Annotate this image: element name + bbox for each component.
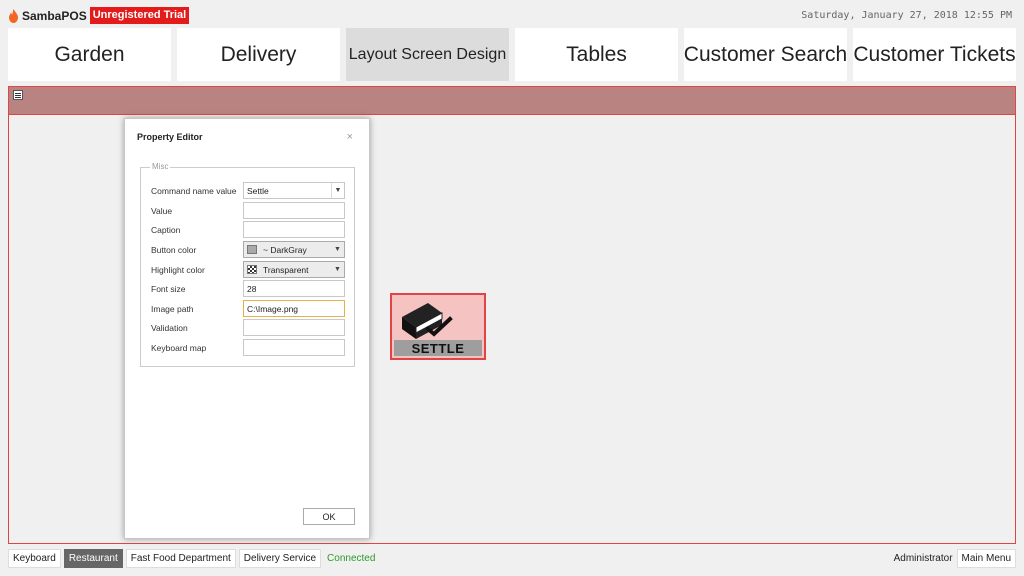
misc-group: Misc Command name value Settle ▼ Value C… <box>140 162 355 367</box>
prop-row-button-color: Button color ~ DarkGray ▼ <box>151 241 351 258</box>
command-name-dropdown[interactable]: Settle ▼ <box>243 182 345 199</box>
settle-widget[interactable]: SETTLE <box>390 293 486 360</box>
color-value: ~ DarkGray <box>263 244 307 255</box>
tab-garden[interactable]: Garden <box>8 28 171 81</box>
prop-label: Value <box>151 205 173 216</box>
app-logo: SambaPOS Unregistered Trial <box>8 7 190 24</box>
datetime: Saturday, January 27, 2018 12:55 PM <box>801 10 1012 21</box>
top-bar: SambaPOS Unregistered Trial Saturday, Ja… <box>0 0 1024 28</box>
caption-input[interactable] <box>243 221 345 238</box>
book-check-icon <box>402 303 453 339</box>
image-path-input[interactable]: C:\Image.png <box>243 300 345 317</box>
prop-label: Button color <box>151 244 197 255</box>
delivery-service-button[interactable]: Delivery Service <box>238 549 322 568</box>
chevron-down-icon[interactable]: ▼ <box>331 242 344 257</box>
prop-label: Font size <box>151 283 186 294</box>
prop-row-image-path: Image path C:\Image.png <box>151 300 351 317</box>
keyboard-map-input[interactable] <box>243 339 345 356</box>
status-left: Keyboard Restaurant Fast Food Department… <box>8 549 375 568</box>
tab-customer-search[interactable]: Customer Search <box>684 28 847 81</box>
restaurant-button[interactable]: Restaurant <box>63 549 123 568</box>
prop-row-keyboard-map: Keyboard map <box>151 339 351 356</box>
prop-row-highlight-color: Highlight color Transparent ▼ <box>151 261 351 278</box>
status-right: Administrator Main Menu <box>894 549 1016 568</box>
trial-badge: Unregistered Trial <box>89 7 190 24</box>
color-swatch <box>247 245 257 254</box>
highlight-color-picker[interactable]: Transparent ▼ <box>243 261 345 278</box>
group-label: Misc <box>150 162 171 171</box>
tab-tables[interactable]: Tables <box>515 28 678 81</box>
prop-label: Image path <box>151 303 194 314</box>
connection-status: Connected <box>327 553 376 564</box>
font-size-input[interactable]: 28 <box>243 280 345 297</box>
prop-row-font-size: Font size 28 <box>151 280 351 297</box>
prop-row-command-name: Command name value Settle ▼ <box>151 182 351 199</box>
tab-customer-tickets[interactable]: Customer Tickets <box>853 28 1016 81</box>
dropdown-value: Settle <box>247 185 269 196</box>
close-icon[interactable]: × <box>347 131 353 143</box>
prop-label: Highlight color <box>151 264 205 275</box>
prop-row-caption: Caption <box>151 221 351 238</box>
value-input[interactable] <box>243 202 345 219</box>
dialog-title: Property Editor <box>137 132 203 142</box>
prop-label: Keyboard map <box>151 342 207 353</box>
hamburger-menu-icon[interactable] <box>13 90 23 100</box>
transparent-swatch-icon <box>247 265 257 274</box>
prop-label: Validation <box>151 322 188 333</box>
button-color-picker[interactable]: ~ DarkGray ▼ <box>243 241 345 258</box>
validation-input[interactable] <box>243 319 345 336</box>
chevron-down-icon[interactable]: ▼ <box>331 183 344 198</box>
app-name: SambaPOS <box>22 8 87 23</box>
prop-row-value: Value <box>151 202 351 219</box>
prop-label: Command name value <box>151 185 237 196</box>
property-editor-dialog: Property Editor × Misc Command name valu… <box>124 118 370 539</box>
user-name: Administrator <box>893 553 953 564</box>
fast-food-department-button[interactable]: Fast Food Department <box>125 549 236 568</box>
design-toolbar <box>8 86 1016 115</box>
keyboard-button[interactable]: Keyboard <box>8 549 61 568</box>
settle-label: SETTLE <box>394 340 482 356</box>
status-bar: Keyboard Restaurant Fast Food Department… <box>0 548 1024 570</box>
prop-row-validation: Validation <box>151 319 351 336</box>
prop-label: Caption <box>151 224 181 235</box>
flame-icon <box>9 8 18 23</box>
ok-button[interactable]: OK <box>303 508 355 525</box>
chevron-down-icon[interactable]: ▼ <box>331 262 344 277</box>
tab-layout-screen-design[interactable]: Layout Screen Design <box>346 28 509 81</box>
tab-delivery[interactable]: Delivery <box>177 28 340 81</box>
screen-tabs: Garden Delivery Layout Screen Design Tab… <box>8 28 1016 81</box>
main-menu-button[interactable]: Main Menu <box>956 549 1016 568</box>
color-value: Transparent <box>263 264 309 275</box>
